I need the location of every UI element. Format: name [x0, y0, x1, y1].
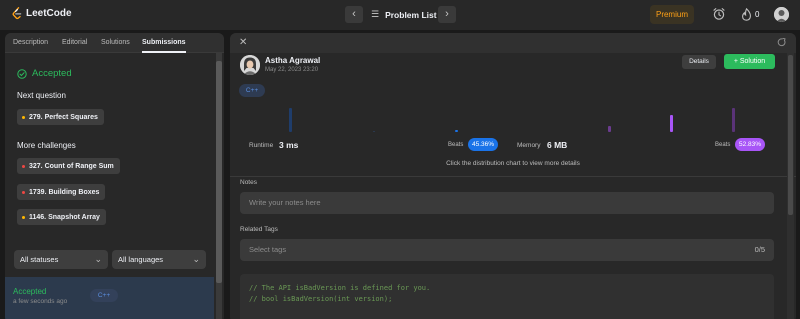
detail-header-bar: ✕: [230, 33, 796, 53]
author-avatar-image: [240, 55, 260, 75]
runtime-dist-bar: [289, 108, 292, 132]
memory-beats-badge: 52.83%: [735, 138, 766, 151]
expand-icon[interactable]: [777, 38, 786, 47]
leetcode-logo[interactable]: LeetCode: [12, 7, 72, 20]
submission-row[interactable]: Accepted a few seconds ago C++: [5, 277, 214, 319]
distribution-hint: Click the distribution chart to view mor…: [446, 160, 580, 167]
accepted-status: Accepted: [17, 68, 72, 79]
distribution-chart[interactable]: [230, 103, 796, 137]
details-button[interactable]: Details: [682, 55, 716, 69]
tags-placeholder: Select tags: [249, 245, 287, 254]
submission-time: a few seconds ago: [13, 298, 68, 305]
challenge-chip[interactable]: 1146. Snapshot Array: [17, 209, 106, 225]
runtime-dist-bar-current: [455, 130, 458, 132]
tab-solutions[interactable]: Solutions: [101, 39, 130, 46]
divider: [230, 176, 796, 177]
right-scrollbar-thumb[interactable]: [788, 55, 793, 215]
prev-problem-button[interactable]: ‹: [345, 6, 363, 23]
chevron-left-icon: ‹: [352, 8, 356, 20]
chip-label: 279. Perfect Squares: [29, 113, 98, 121]
streak-flame-icon[interactable]: [741, 8, 752, 21]
author-name[interactable]: Astha Agrawal: [265, 56, 320, 65]
chip-label: 1146. Snapshot Array: [29, 213, 100, 221]
memory-label: Memory: [517, 142, 541, 149]
related-tags-label: Related Tags: [240, 226, 278, 233]
top-navbar: LeetCode ‹ ☰ Problem List › Premium 0: [0, 0, 800, 30]
challenge-chip[interactable]: 1739. Building Boxes: [17, 184, 106, 200]
more-challenges-heading: More challenges: [17, 141, 76, 150]
difficulty-dot: [22, 215, 25, 219]
tab-editorial[interactable]: Editorial: [62, 39, 87, 46]
tags-count: 0/5: [754, 245, 765, 254]
code-line: // The API isBadVersion is defined for y…: [249, 284, 431, 292]
runtime-dist-bar: [373, 131, 375, 132]
user-avatar[interactable]: [774, 7, 789, 22]
submission-language-badge: C++: [90, 289, 118, 302]
challenge-chip[interactable]: 327. Count of Range Sum: [17, 158, 120, 174]
avatar-image: [774, 7, 789, 22]
memory-beats-label: Beats: [715, 142, 731, 148]
next-question-heading: Next question: [17, 91, 66, 100]
status-filter-value: All statuses: [20, 255, 59, 264]
accepted-label: Accepted: [32, 68, 72, 79]
difficulty-dot: [22, 190, 25, 194]
close-icon[interactable]: ✕: [239, 37, 247, 48]
next-problem-button[interactable]: ›: [438, 6, 456, 23]
memory-dist-bar: [608, 126, 611, 132]
memory-dist-bar: [732, 108, 735, 132]
notes-input[interactable]: Write your notes here: [240, 192, 774, 214]
runtime-label: Runtime: [249, 142, 274, 149]
chevron-right-icon: ›: [445, 8, 449, 20]
difficulty-dot: [22, 164, 25, 168]
memory-value: 6 MB: [547, 140, 568, 150]
notes-label: Notes: [240, 179, 257, 186]
chip-label: 1739. Building Boxes: [29, 188, 100, 196]
submission-detail-panel: ✕ Astha Agrawal May 22, 2023 23:20 Detai…: [230, 33, 796, 319]
runtime-beats-label: Beats: [448, 142, 464, 148]
difficulty-dot: [22, 115, 25, 119]
chip-label: 327. Count of Range Sum: [29, 162, 114, 170]
runtime-beats-badge: 45.36%: [468, 138, 499, 151]
runtime-value: 3 ms: [279, 140, 299, 150]
next-question-chip[interactable]: 279. Perfect Squares: [17, 109, 104, 125]
leetcode-logo-icon: [12, 7, 22, 20]
problem-list-label: Problem List: [385, 9, 437, 20]
list-icon: ☰: [371, 9, 380, 19]
code-line: // bool isBadVersion(int version);: [249, 295, 393, 303]
alarm-clock-icon[interactable]: [712, 7, 726, 21]
submission-date: May 22, 2023 23:20: [265, 67, 319, 73]
memory-dist-bar-current: [670, 115, 673, 132]
submission-status: Accepted: [13, 287, 47, 296]
chevron-down-icon: ⌄: [192, 254, 200, 264]
premium-button[interactable]: Premium: [650, 5, 694, 24]
author-avatar[interactable]: [240, 55, 260, 75]
check-circle-icon: [17, 68, 27, 79]
submissions-panel: Description Editorial Solutions Submissi…: [5, 33, 224, 319]
left-tab-bar: Description Editorial Solutions Submissi…: [5, 33, 224, 53]
tab-description[interactable]: Description: [13, 39, 48, 46]
logo-text: LeetCode: [26, 8, 72, 19]
code-block[interactable]: // The API isBadVersion is defined for y…: [240, 274, 774, 319]
active-tab-indicator: [142, 51, 186, 53]
chevron-down-icon: ⌄: [94, 254, 102, 264]
tab-submissions[interactable]: Submissions: [142, 39, 186, 46]
streak-count: 0: [755, 10, 760, 19]
problem-list-button[interactable]: ☰ Problem List: [371, 9, 437, 20]
language-filter-select[interactable]: All languages ⌄: [112, 250, 206, 269]
language-filter-value: All languages: [118, 255, 164, 264]
tags-select[interactable]: Select tags 0/5: [240, 239, 774, 261]
notes-placeholder: Write your notes here: [249, 198, 321, 207]
left-scrollbar-thumb[interactable]: [216, 61, 222, 283]
language-badge: C++: [239, 84, 265, 97]
status-filter-select[interactable]: All statuses ⌄: [14, 250, 108, 269]
post-solution-button[interactable]: + Solution: [724, 54, 775, 69]
